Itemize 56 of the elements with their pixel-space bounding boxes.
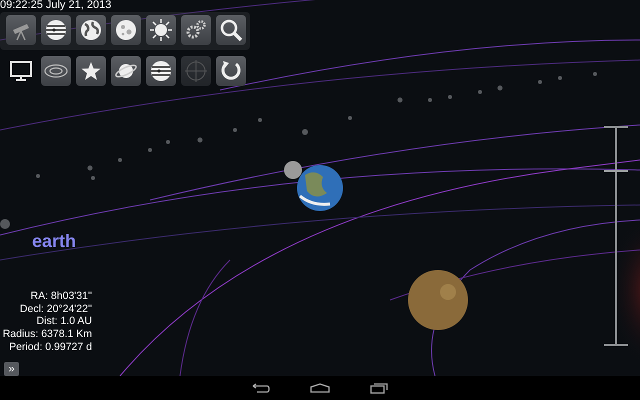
toolbar-button[interactable] (146, 56, 176, 86)
planet-detail: Period: 0.99727 d (8, 340, 92, 354)
sun-icon (149, 18, 173, 42)
zoom-slider[interactable] (604, 126, 628, 346)
toolbar-button[interactable] (111, 56, 141, 86)
toolbar-button[interactable] (111, 15, 141, 45)
asteroid (558, 76, 562, 80)
asteroid (498, 86, 502, 90)
planet-detail: Dist: 1.0 AU (36, 315, 92, 328)
toolbar-button[interactable] (41, 15, 71, 45)
toolbar-button[interactable] (76, 56, 106, 86)
asteroid (198, 138, 202, 142)
asteroid (148, 148, 152, 152)
asteroid (0, 219, 10, 229)
back-icon (252, 383, 270, 393)
asteroid (88, 166, 92, 170)
asteroid (166, 140, 170, 144)
toolbar-button[interactable] (216, 56, 246, 86)
toolbar-button[interactable] (146, 15, 176, 45)
asteroid (593, 72, 597, 76)
slider-thumb[interactable] (604, 170, 628, 172)
planet-name: earth (32, 230, 76, 252)
asteroid (36, 174, 40, 178)
asteroid (398, 98, 402, 102)
asteroid (91, 176, 95, 180)
asteroid (118, 158, 122, 162)
home-button[interactable] (310, 383, 330, 393)
recent-apps-icon (370, 382, 388, 394)
asteroid (348, 116, 352, 120)
planet-detail: Decl: 20°24'22'' (18, 302, 92, 316)
toolbar-button[interactable] (216, 15, 246, 45)
asteroid (258, 118, 262, 122)
expand-button[interactable]: » (4, 362, 19, 376)
earth-planet[interactable] (297, 165, 343, 211)
planet-detail: Radius: 6378.1 Km (2, 328, 92, 341)
toolbar-button[interactable] (76, 15, 106, 45)
planet-icon (44, 18, 68, 42)
moon[interactable] (284, 161, 302, 179)
asteroid (478, 90, 482, 94)
asteroid (538, 80, 542, 84)
recent-apps-button[interactable] (370, 382, 388, 394)
home-icon (310, 383, 330, 393)
planet-icon (149, 59, 173, 83)
asteroid (233, 128, 237, 132)
back-button[interactable] (252, 383, 270, 393)
globe-icon (79, 18, 103, 42)
moon-icon (114, 18, 138, 42)
planet-detail: RA: 8h03'31'' (30, 290, 92, 303)
toolbar-button[interactable] (181, 15, 211, 45)
asteroid (428, 98, 432, 102)
search-icon (219, 18, 243, 42)
date-time: 09:22:25 July 21, 2013 (0, 0, 112, 12)
monitor-icon (9, 59, 33, 83)
asteroid (302, 129, 308, 135)
asteroid (448, 95, 452, 99)
crosshair-icon (184, 59, 208, 83)
